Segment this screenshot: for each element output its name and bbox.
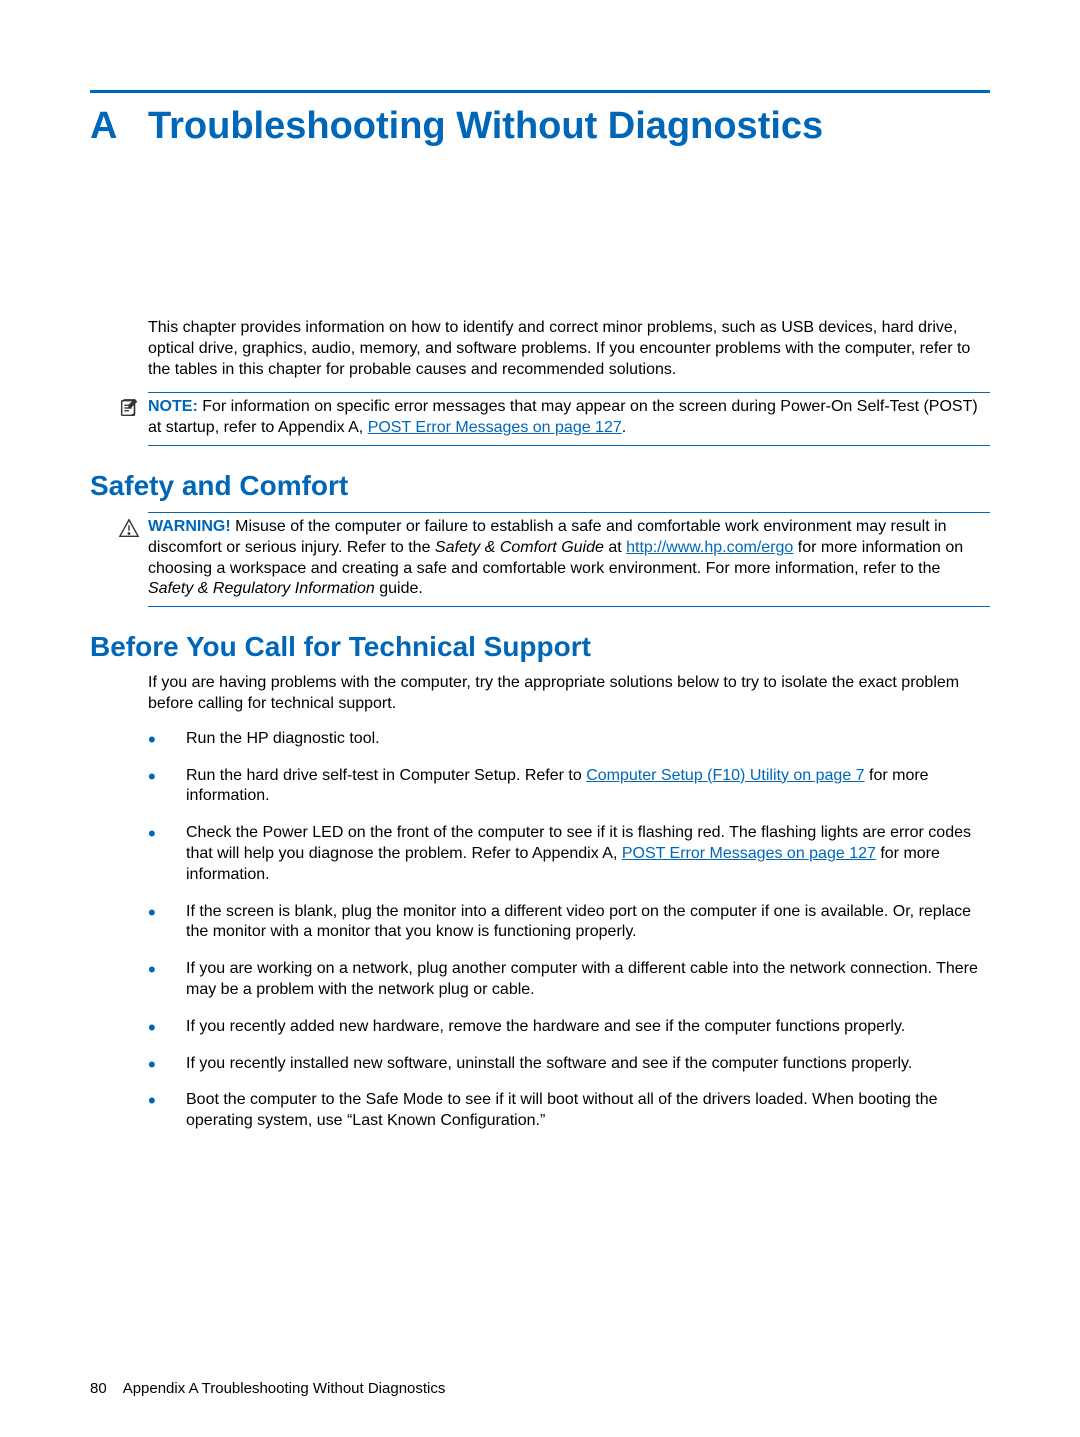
list-item: If the screen is blank, plug the monitor… (148, 902, 990, 944)
warning-text-2: at (604, 539, 626, 556)
chapter-title-text: Troubleshooting Without Diagnostics (148, 105, 823, 147)
intro-paragraph: This chapter provides information on how… (148, 318, 990, 380)
bullet-text: Run the hard drive self-test in Computer… (186, 767, 586, 784)
list-item: If you recently added new hardware, remo… (148, 1017, 990, 1038)
list-item: If you are working on a network, plug an… (148, 959, 990, 1001)
bullet-text: If you recently installed new software, … (186, 1055, 912, 1072)
link-post-errors[interactable]: POST Error Messages on page 127 (622, 845, 876, 862)
warning-italic-2: Safety & Regulatory Information (148, 580, 375, 597)
support-intro: If you are having problems with the comp… (148, 673, 990, 715)
footer-line: Appendix A Troubleshooting Without Diagn… (123, 1380, 446, 1397)
page-number: 80 (90, 1380, 107, 1397)
note-link-post-errors[interactable]: POST Error Messages on page 127 (368, 419, 622, 436)
warning-italic-1: Safety & Comfort Guide (435, 539, 604, 556)
chapter-letter: A (90, 105, 148, 148)
chapter-title: ATroubleshooting Without Diagnostics (90, 105, 990, 148)
safety-heading: Safety and Comfort (90, 470, 990, 502)
top-rule (90, 90, 990, 93)
bullet-text: Boot the computer to the Safe Mode to se… (186, 1091, 938, 1129)
list-item: Boot the computer to the Safe Mode to se… (148, 1090, 990, 1132)
warning-text-4: guide. (375, 580, 423, 597)
list-item: Run the HP diagnostic tool. (148, 729, 990, 750)
note-text-after: . (622, 419, 626, 436)
list-item: Run the hard drive self-test in Computer… (148, 766, 990, 808)
list-item: If you recently installed new software, … (148, 1054, 990, 1075)
warning-label: WARNING! (148, 518, 231, 535)
list-item: Check the Power LED on the front of the … (148, 823, 990, 885)
page-footer: 80 Appendix A Troubleshooting Without Dia… (90, 1380, 445, 1397)
bullet-text: If you are working on a network, plug an… (186, 960, 978, 998)
bullet-text: If the screen is blank, plug the monitor… (186, 903, 971, 941)
warning-icon (118, 517, 140, 539)
warning-block: WARNING! Misuse of the computer or failu… (148, 512, 990, 607)
note-label: NOTE: (148, 398, 198, 415)
bullet-text: Run the HP diagnostic tool. (186, 730, 380, 747)
link-computer-setup[interactable]: Computer Setup (F10) Utility on page 7 (586, 767, 864, 784)
support-heading: Before You Call for Technical Support (90, 631, 990, 663)
bullet-text: If you recently added new hardware, remo… (186, 1018, 905, 1035)
note-icon (118, 397, 140, 419)
note-block: NOTE: For information on specific error … (148, 392, 990, 446)
support-bullets: Run the HP diagnostic tool. Run the hard… (148, 729, 990, 1132)
warning-link-ergo[interactable]: http://www.hp.com/ergo (626, 539, 793, 556)
